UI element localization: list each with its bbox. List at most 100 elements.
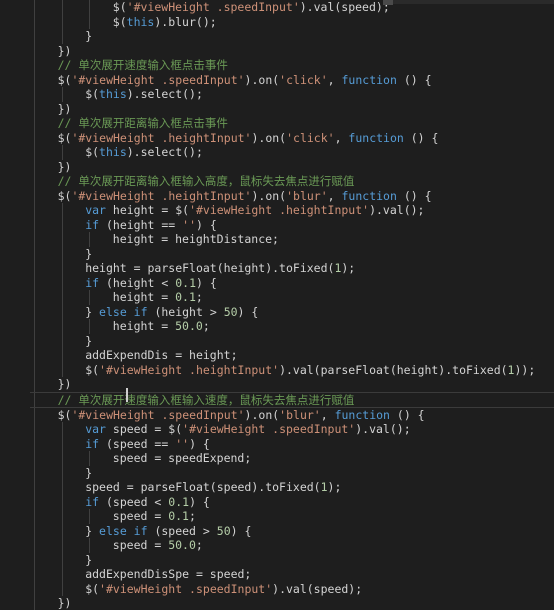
token-string: '#viewHeight .speedInput'	[182, 422, 356, 436]
token-plain: })	[57, 101, 72, 116]
line-number	[0, 551, 26, 566]
code-line[interactable]: // 单次展开速度输入框点击事件	[30, 58, 554, 73]
code-line[interactable]: }	[30, 246, 554, 261]
code-line[interactable]: height = heightDistance;	[30, 232, 554, 247]
code-line[interactable]: })	[30, 43, 554, 58]
token-comment: // 单次展开距离输入框点击事件	[57, 116, 228, 130]
scrollbar-track[interactable]	[393, 0, 554, 4]
token-string: 'click'	[286, 130, 335, 145]
code-line-text: })	[30, 101, 72, 116]
token-plain: $(	[57, 72, 72, 87]
code-line[interactable]: addExpendDisSpe = speed;	[30, 567, 554, 582]
line-number	[0, 522, 26, 537]
code-line[interactable]: // 单次展开距离输入框输入高度，鼠标失去焦点进行赋值	[30, 174, 554, 189]
token-number: 0.1	[168, 509, 189, 523]
code-line[interactable]: $('#viewHeight .heightInput').val(parseF…	[30, 362, 554, 377]
token-string: 'blur'	[286, 188, 328, 203]
token-keyword: else if	[99, 523, 148, 538]
code-line[interactable]: // 单次展开距离输入框点击事件	[30, 116, 554, 131]
line-number	[0, 435, 26, 450]
token-comment: // 单次展开速度输入框点击事件	[57, 58, 228, 72]
code-line[interactable]: speed = 0.1;	[30, 509, 554, 524]
token-plain: ).val();	[355, 422, 411, 436]
code-line[interactable]: addExpendDis = height;	[30, 348, 554, 363]
code-line[interactable]: }	[30, 552, 554, 567]
token-plain: ;	[202, 319, 210, 333]
code-line[interactable]: }	[30, 465, 554, 480]
line-number	[0, 58, 26, 73]
token-number: 50	[216, 523, 231, 538]
code-line[interactable]: if (height < 0.1) {	[30, 275, 554, 290]
line-number	[0, 595, 26, 610]
token-string: ''	[182, 217, 196, 232]
line-number	[0, 29, 26, 44]
token-plain: ).on(	[251, 188, 287, 203]
code-line[interactable]: $('#viewHeight .heightInput').on('click'…	[30, 130, 554, 145]
token-plain: }	[85, 333, 93, 348]
code-content-area[interactable]: $('#viewHeight .speedInput').val(speed);…	[30, 0, 554, 610]
scrollbar-thumb[interactable]	[383, 0, 393, 5]
line-number	[0, 334, 26, 349]
code-line-text: var height = $('#viewHeight .heightInput…	[30, 203, 424, 217]
token-plain: speed = speedExpend;	[112, 451, 252, 465]
token-plain: ).val(speed);	[272, 581, 363, 596]
token-number: 50.0	[168, 538, 196, 552]
code-line[interactable]: height = 50.0;	[30, 319, 554, 334]
code-line-active[interactable]: // 单次展开速度输入框输入速度，鼠标失去焦点进行赋值	[30, 391, 554, 408]
code-line[interactable]: } else if (height > 50) {	[30, 304, 554, 319]
code-line[interactable]: })	[30, 159, 554, 174]
token-number: 0.1	[175, 275, 196, 290]
code-line[interactable]: })	[30, 596, 554, 610]
token-plain: height =	[112, 290, 176, 304]
code-line[interactable]: var speed = $('#viewHeight .speedInput')…	[30, 422, 554, 437]
code-line[interactable]: if (speed < 0.1) {	[30, 494, 554, 509]
token-plain: addExpendDisSpe = speed;	[85, 567, 252, 581]
token-keyword: else if	[99, 304, 148, 319]
code-line-text: $('#viewHeight .speedInput').val(speed);	[30, 582, 362, 596]
line-number	[0, 131, 26, 146]
code-line[interactable]: }	[30, 333, 554, 348]
code-line[interactable]: var height = $('#viewHeight .heightInput…	[30, 203, 554, 218]
token-keyword: this	[99, 145, 127, 159]
token-plain: }	[85, 246, 93, 261]
code-line[interactable]: })	[30, 101, 554, 116]
code-line[interactable]: $(this).blur();	[30, 14, 554, 29]
code-line[interactable]: } else if (speed > 50) {	[30, 523, 554, 538]
code-line[interactable]: height = 0.1;	[30, 290, 554, 305]
token-number: 0.1	[175, 290, 196, 304]
token-keyword: this	[99, 87, 127, 101]
code-line[interactable]: })	[30, 377, 554, 392]
token-plain: speed =	[112, 538, 169, 552]
token-plain: ,	[334, 130, 349, 145]
token-string: '#viewHeight .heightInput'	[189, 203, 370, 217]
code-line[interactable]: height = parseFloat(height).toFixed(1);	[30, 261, 554, 276]
code-line-text: // 单次展开距离输入框输入高度，鼠标失去焦点进行赋值	[30, 174, 355, 188]
code-line[interactable]: $('#viewHeight .speedInput').on('click',…	[30, 72, 554, 87]
code-line[interactable]: speed = speedExpend;	[30, 451, 554, 466]
code-line[interactable]: $(this).select();	[30, 87, 554, 102]
code-line[interactable]: $(this).select();	[30, 145, 554, 160]
code-line[interactable]: if (speed == '') {	[30, 436, 554, 451]
horizontal-scrollbar[interactable]	[383, 0, 554, 5]
code-line[interactable]: $('#viewHeight .heightInput').on('blur',…	[30, 188, 554, 203]
code-line[interactable]: $('#viewHeight .speedInput').on('blur', …	[30, 407, 554, 422]
line-number	[0, 174, 26, 189]
token-plain: ;	[188, 509, 196, 523]
token-plain: ) {	[237, 304, 259, 319]
token-number: 1	[320, 480, 328, 494]
token-keyword: if	[85, 217, 100, 232]
code-line[interactable]: }	[30, 29, 554, 44]
token-string: 'click'	[279, 72, 328, 87]
code-line[interactable]: $('#viewHeight .speedInput').val(speed);	[30, 581, 554, 596]
token-string: '#viewHeight .heightInput'	[99, 362, 280, 377]
code-line-text: $('#viewHeight .heightInput').val(parseF…	[30, 363, 535, 377]
code-line[interactable]: speed = 50.0;	[30, 538, 554, 553]
token-comment: // 单次展开距离输入框输入高度，鼠标失去焦点进行赋值	[57, 174, 355, 188]
line-number	[0, 377, 26, 392]
code-line[interactable]: speed = parseFloat(speed).toFixed(1);	[30, 480, 554, 495]
code-line-text: $('#viewHeight .speedInput').on('blur', …	[30, 408, 425, 422]
code-line[interactable]: if (height == '') {	[30, 217, 554, 232]
token-keyword: var	[85, 203, 106, 217]
token-plain: }	[85, 304, 100, 319]
code-editor[interactable]: $('#viewHeight .speedInput').val(speed);…	[0, 0, 554, 610]
